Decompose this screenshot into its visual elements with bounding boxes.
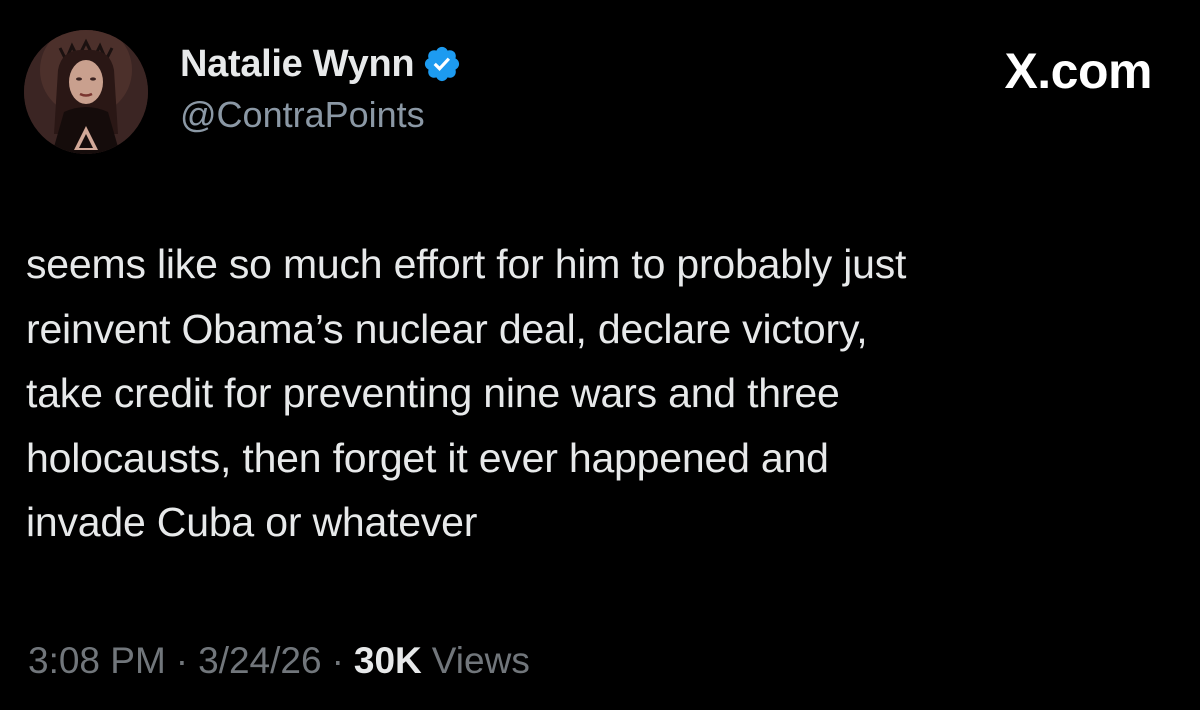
avatar-image xyxy=(24,30,148,154)
tweet-text: seems like so much effort for him to pro… xyxy=(26,232,1156,555)
site-logo: X.com xyxy=(1004,43,1152,99)
author-display-name[interactable]: Natalie Wynn xyxy=(180,43,415,86)
tweet-text-line: take credit for preventing nine wars and… xyxy=(26,370,840,416)
author-handle[interactable]: @ContraPoints xyxy=(180,94,462,136)
avatar[interactable] xyxy=(24,30,148,154)
author-block: Natalie Wynn @ContraPoints xyxy=(180,40,462,136)
tweet-text-line: invade Cuba or whatever xyxy=(26,499,478,545)
verified-badge-icon[interactable] xyxy=(422,44,462,84)
tweet-text-line: seems like so much effort for him to pro… xyxy=(26,241,907,287)
tweet-card: Natalie Wynn @ContraPoints X.com seems l… xyxy=(0,0,1200,710)
tweet-time[interactable]: 3:08 PM xyxy=(28,640,166,682)
tweet-metadata: 3:08 PM · 3/24/26 · 30K Views xyxy=(28,640,530,682)
tweet-date[interactable]: 3/24/26 xyxy=(198,640,321,682)
meta-separator: · xyxy=(175,640,189,681)
tweet-text-line: reinvent Obama’s nuclear deal, declare v… xyxy=(26,305,868,352)
meta-separator: · xyxy=(331,640,344,681)
author-name-row: Natalie Wynn xyxy=(180,40,462,88)
views-label: Views xyxy=(431,640,530,681)
views-count: 30K xyxy=(353,640,422,681)
tweet-text-line: holocausts, then forget it ever happened… xyxy=(26,434,829,481)
